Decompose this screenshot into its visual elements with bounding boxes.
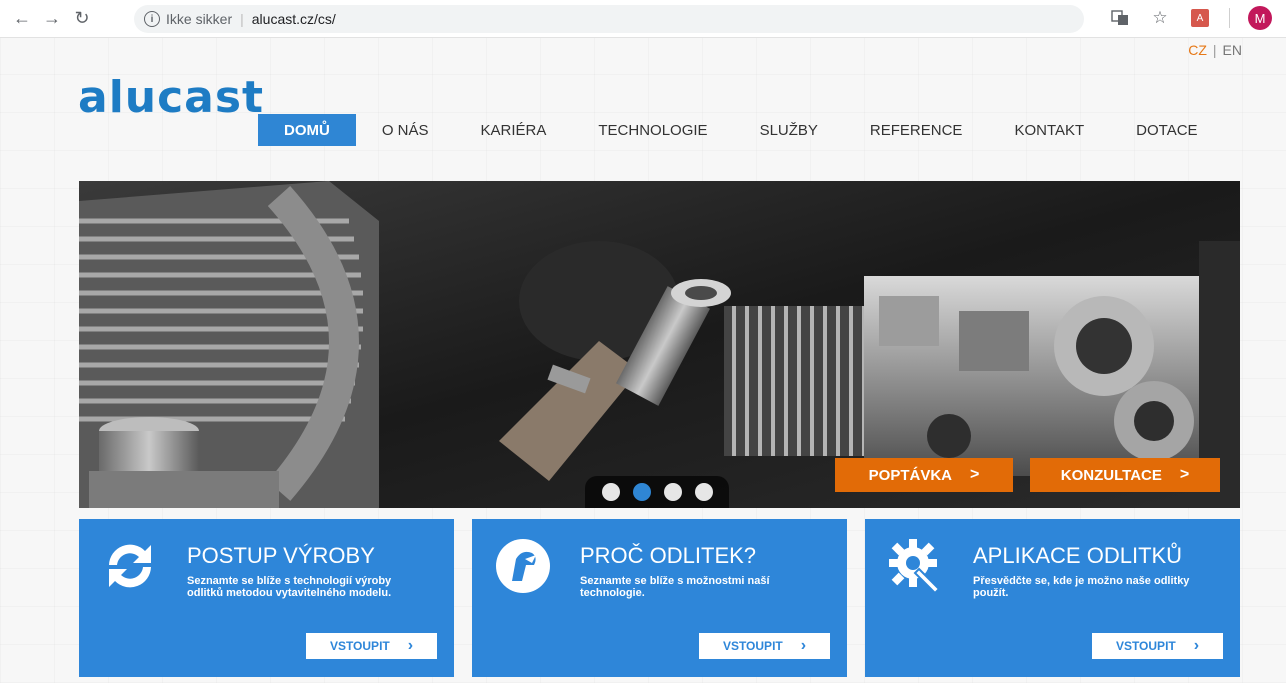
slider-pagination bbox=[585, 476, 729, 508]
card-description: Seznamte se blíže s technologií výroby o… bbox=[187, 575, 392, 599]
gear-wrench-icon bbox=[889, 539, 941, 595]
menu-item-kontakt[interactable]: KONTAKT bbox=[988, 114, 1110, 146]
forward-icon[interactable]: → bbox=[38, 5, 66, 33]
card-title: POSTUP VÝROBY bbox=[187, 543, 375, 568]
toolbar-divider bbox=[1229, 8, 1230, 28]
slider-dot-1[interactable] bbox=[601, 483, 620, 501]
language-switcher: CZ | EN bbox=[1188, 42, 1242, 58]
browser-nav: ← → ↻ bbox=[8, 5, 96, 33]
site-logo[interactable]: alucast bbox=[78, 72, 264, 123]
slider-dot-3[interactable] bbox=[663, 483, 682, 501]
lang-en-link[interactable]: EN bbox=[1223, 42, 1242, 58]
browser-toolbar: ← → ↻ i Ikke sikker | alucast.cz/cs/ ☆ A… bbox=[0, 0, 1286, 38]
card-postup-vyroby: POSTUP VÝROBY Seznamte se blíže s techno… bbox=[79, 519, 454, 677]
translate-icon[interactable] bbox=[1109, 7, 1131, 29]
slider-dot-4[interactable] bbox=[694, 483, 713, 501]
chevron-right-icon: > bbox=[1179, 466, 1190, 483]
menu-item-domu[interactable]: DOMŮ bbox=[258, 114, 356, 146]
konzultace-button[interactable]: KONZULTACE > bbox=[1030, 458, 1220, 492]
vstoupit-label: VSTOUPIT bbox=[722, 639, 783, 653]
security-status: Ikke sikker bbox=[166, 11, 233, 27]
web-page: CZ | EN alucast DOMŮ O NÁS KARIÉRA TECHNOL… bbox=[0, 38, 1286, 683]
omnibox-divider: | bbox=[240, 11, 244, 27]
casting-logo-icon bbox=[496, 539, 550, 593]
hero-slider[interactable]: POPTÁVKA > KONZULTACE > bbox=[79, 181, 1240, 508]
back-icon[interactable]: ← bbox=[8, 5, 36, 33]
card-title: APLIKACE ODLITKŮ bbox=[973, 543, 1183, 568]
card-description: Seznamte se blíže s možnostmi naší techn… bbox=[580, 575, 770, 599]
pdf-label: A bbox=[1191, 9, 1209, 27]
url-text[interactable]: alucast.cz/cs/ bbox=[252, 11, 336, 27]
konzultace-label: KONZULTACE bbox=[1060, 466, 1162, 484]
menu-item-technologie[interactable]: TECHNOLOGIE bbox=[572, 114, 733, 146]
menu-item-dotace[interactable]: DOTACE bbox=[1110, 114, 1223, 146]
card-description: Přesvědčte se, kde je možno naše odlitky… bbox=[973, 575, 1190, 599]
menu-item-sluzby[interactable]: SLUŽBY bbox=[734, 114, 844, 146]
card-title: PROČ ODLITEK? bbox=[580, 543, 757, 568]
slider-dot-2[interactable] bbox=[632, 483, 651, 501]
card-proc-odlitek: PROČ ODLITEK? Seznamte se blíže s možnos… bbox=[472, 519, 847, 677]
browser-actions: ☆ A M bbox=[1109, 6, 1272, 30]
card-aplikace-odlitku: APLIKACE ODLITKŮ Přesvědčte se, kde je m… bbox=[865, 519, 1240, 677]
vstoupit-button[interactable]: VSTOUPIT › bbox=[1092, 633, 1223, 659]
pdf-extension-icon[interactable]: A bbox=[1189, 7, 1211, 29]
chevron-right-icon: › bbox=[407, 637, 414, 654]
reload-icon[interactable]: ↻ bbox=[68, 5, 96, 33]
chevron-right-icon: › bbox=[1193, 637, 1200, 654]
vstoupit-label: VSTOUPIT bbox=[1115, 639, 1176, 653]
avatar[interactable]: M bbox=[1248, 6, 1272, 30]
vstoupit-button[interactable]: VSTOUPIT › bbox=[306, 633, 437, 659]
poptavka-label: POPTÁVKA bbox=[868, 466, 952, 484]
poptavka-button[interactable]: POPTÁVKA > bbox=[835, 458, 1013, 492]
vstoupit-label: VSTOUPIT bbox=[329, 639, 390, 653]
bookmark-star-icon[interactable]: ☆ bbox=[1149, 7, 1171, 29]
chevron-right-icon: › bbox=[800, 637, 807, 654]
lang-cz-link[interactable]: CZ bbox=[1188, 42, 1207, 58]
main-menu: DOMŮ O NÁS KARIÉRA TECHNOLOGIE SLUŽBY RE… bbox=[258, 114, 1224, 146]
menu-item-kariera[interactable]: KARIÉRA bbox=[455, 114, 573, 146]
menu-item-reference[interactable]: REFERENCE bbox=[844, 114, 989, 146]
info-icon[interactable]: i bbox=[144, 11, 160, 27]
menu-item-o-nas[interactable]: O NÁS bbox=[356, 114, 455, 146]
lang-separator: | bbox=[1212, 42, 1217, 58]
vstoupit-button[interactable]: VSTOUPIT › bbox=[699, 633, 830, 659]
chevron-right-icon: > bbox=[970, 466, 980, 483]
refresh-arrows-icon bbox=[109, 544, 151, 588]
address-bar[interactable]: i Ikke sikker | alucast.cz/cs/ bbox=[134, 5, 1084, 33]
